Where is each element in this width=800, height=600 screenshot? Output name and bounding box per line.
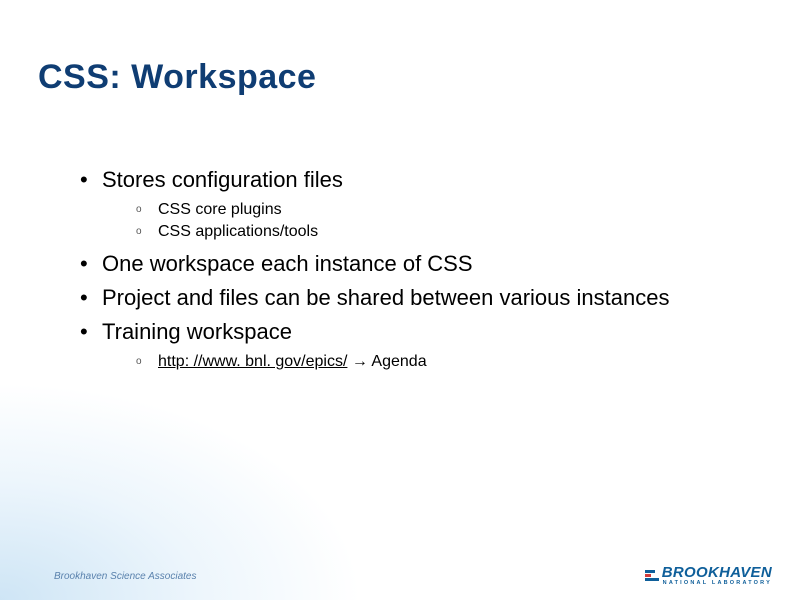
bullet-dot-icon: • (80, 165, 102, 195)
bullet-text: One workspace each instance of CSS (102, 249, 750, 279)
link-suffix: → Agenda (347, 353, 426, 370)
bullet-text: Stores configuration files (102, 165, 750, 195)
slide-title: CSS: Workspace (38, 58, 316, 97)
bullet-text: Training workspace (102, 317, 750, 347)
sub-bullet-list: o http: //www. bnl. gov/epics/ → Agenda (136, 351, 750, 373)
bullet-item: • Training workspace (80, 317, 750, 347)
footer-logo: BROOKHAVEN NATIONAL LABORATORY (645, 565, 772, 587)
bullet-circle-icon: o (136, 351, 158, 373)
sub-bullet-text: CSS core plugins (158, 199, 750, 221)
logo-name: BROOKHAVEN (662, 565, 772, 580)
sub-bullet-text: http: //www. bnl. gov/epics/ → Agenda (158, 351, 750, 373)
sub-bullet-list: o CSS core plugins o CSS applications/to… (136, 199, 750, 244)
sub-bullet-text: CSS applications/tools (158, 221, 750, 243)
sub-bullet-item: o CSS applications/tools (136, 221, 750, 243)
footer-org-text: Brookhaven Science Associates (54, 571, 197, 582)
bullet-dot-icon: • (80, 283, 102, 313)
slide-content: • Stores configuration files o CSS core … (80, 165, 750, 379)
bullet-circle-icon: o (136, 221, 158, 243)
bullet-item: • Stores configuration files (80, 165, 750, 195)
bullet-circle-icon: o (136, 199, 158, 221)
bullet-dot-icon: • (80, 249, 102, 279)
brookhaven-mark-icon (645, 570, 659, 581)
training-workspace-link[interactable]: http: //www. bnl. gov/epics/ (158, 353, 347, 370)
bullet-item: • Project and files can be shared betwee… (80, 283, 750, 313)
bullet-text: Project and files can be shared between … (102, 283, 750, 313)
bullet-dot-icon: • (80, 317, 102, 347)
sub-bullet-item: o http: //www. bnl. gov/epics/ → Agenda (136, 351, 750, 373)
logo-subtitle: NATIONAL LABORATORY (662, 581, 772, 587)
sub-bullet-item: o CSS core plugins (136, 199, 750, 221)
bullet-item: • One workspace each instance of CSS (80, 249, 750, 279)
background-gradient (0, 340, 420, 600)
